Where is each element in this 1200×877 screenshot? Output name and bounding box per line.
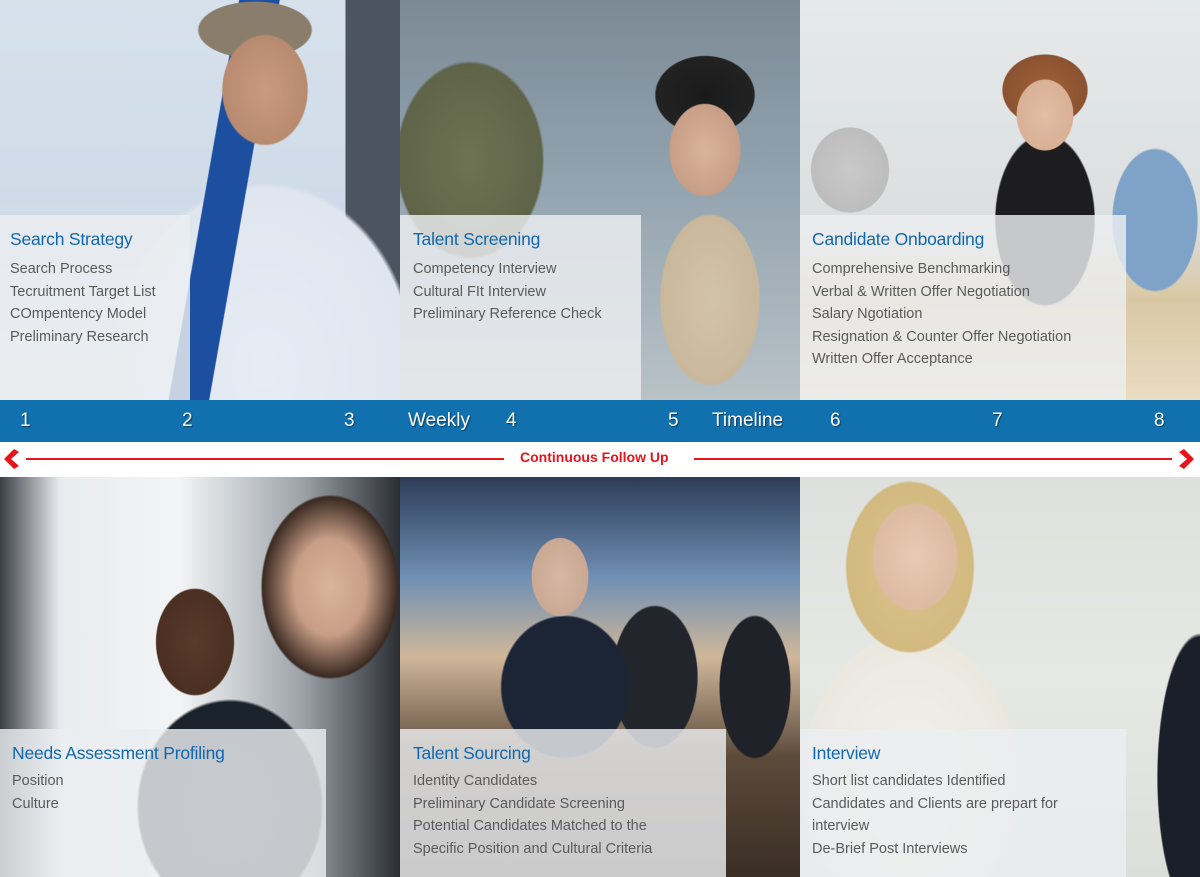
timeline-step-3: 3 (344, 410, 355, 431)
interview-panel: Interview Short list candidates Identifi… (800, 729, 1126, 877)
panel-title: Needs Assessment Profiling (12, 743, 225, 763)
panel-title: Interview (812, 743, 881, 763)
needs-assessment-tile: Needs Assessment Profiling Position Cult… (0, 477, 400, 877)
needs-assessment-panel: Needs Assessment Profiling Position Cult… (0, 729, 326, 877)
timeline-label: Timeline (712, 410, 784, 431)
list-item: Preliminary Reference Check (413, 306, 602, 322)
candidate-onboarding-tile: Candidate Onboarding Comprehensive Bench… (800, 0, 1200, 400)
panel-title: Talent Sourcing (413, 743, 531, 763)
panel-title: Search Strategy (10, 229, 133, 249)
list-item: Preliminary Research (10, 328, 149, 345)
list-item: Salary Ngotiation (812, 306, 923, 322)
talent-sourcing-panel: Talent Sourcing Identity Candidates Prel… (400, 729, 726, 877)
follow-up-label: Continuous Follow Up (520, 449, 669, 465)
list-item: Search Process (10, 261, 113, 277)
list-item: Preliminary Candidate Screening (413, 795, 625, 812)
weekly-label: Weekly (408, 410, 470, 431)
timeline-step-8: 8 (1154, 410, 1165, 431)
chevron-left-icon (4, 449, 19, 469)
panel-title: Candidate Onboarding (812, 229, 985, 249)
list-item: Short list candidates Identified (812, 773, 1006, 789)
candidate-onboarding-panel: Candidate Onboarding Comprehensive Bench… (800, 215, 1126, 400)
list-item: Identity Candidates (413, 773, 538, 789)
list-item: Position (12, 773, 64, 789)
list-item: interview (812, 818, 870, 834)
timeline-step-7: 7 (992, 410, 1003, 431)
follow-up-line-right (694, 458, 1172, 460)
list-item: COmpentency Model (10, 306, 147, 322)
timeline-bar: 1 2 3 Weekly 4 5 Timeline 6 7 8 (0, 400, 1200, 442)
panel-title: Talent Screening (413, 229, 541, 249)
interview-tile: Interview Short list candidates Identifi… (800, 477, 1200, 877)
timeline-step-4: 4 (506, 410, 517, 431)
list-item: Comprehensive Benchmarking (812, 261, 1011, 277)
list-item: Candidates and Clients are prepart for (812, 795, 1058, 812)
list-item: Competency Interview (413, 261, 557, 277)
talent-screening-tile: Talent Screening Competency Interview Cu… (400, 0, 800, 400)
timeline-step-6: 6 (830, 410, 841, 431)
follow-up-line-left (26, 458, 504, 460)
timeline-step-1: 1 (20, 410, 31, 431)
timeline-step-5: 5 (668, 410, 679, 431)
list-item: Verbal & Written Offer Negotiation (812, 283, 1030, 300)
list-item: Tecruitment Target List (10, 283, 156, 300)
timeline-step-2: 2 (182, 410, 193, 431)
talent-screening-panel: Talent Screening Competency Interview Cu… (400, 215, 641, 400)
talent-sourcing-tile: Talent Sourcing Identity Candidates Prel… (400, 477, 800, 877)
search-strategy-panel: Search Strategy Search Process Tecruitme… (0, 215, 190, 400)
list-item: Resignation & Counter Offer Negotiation (812, 328, 1072, 345)
search-strategy-tile: Search Strategy Search Process Tecruitme… (0, 0, 400, 400)
continuous-follow-up: Continuous Follow Up (0, 442, 1200, 477)
list-item: Written Offer Acceptance (812, 351, 973, 367)
list-item: Specific Position and Cultural Criteria (413, 840, 653, 857)
list-item: Cultural FIt Interview (413, 283, 546, 300)
list-item: Potential Candidates Matched to the (413, 818, 647, 834)
list-item: Culture (12, 795, 59, 812)
list-item: De-Brief Post Interviews (812, 840, 968, 857)
chevron-right-icon (1179, 449, 1194, 469)
